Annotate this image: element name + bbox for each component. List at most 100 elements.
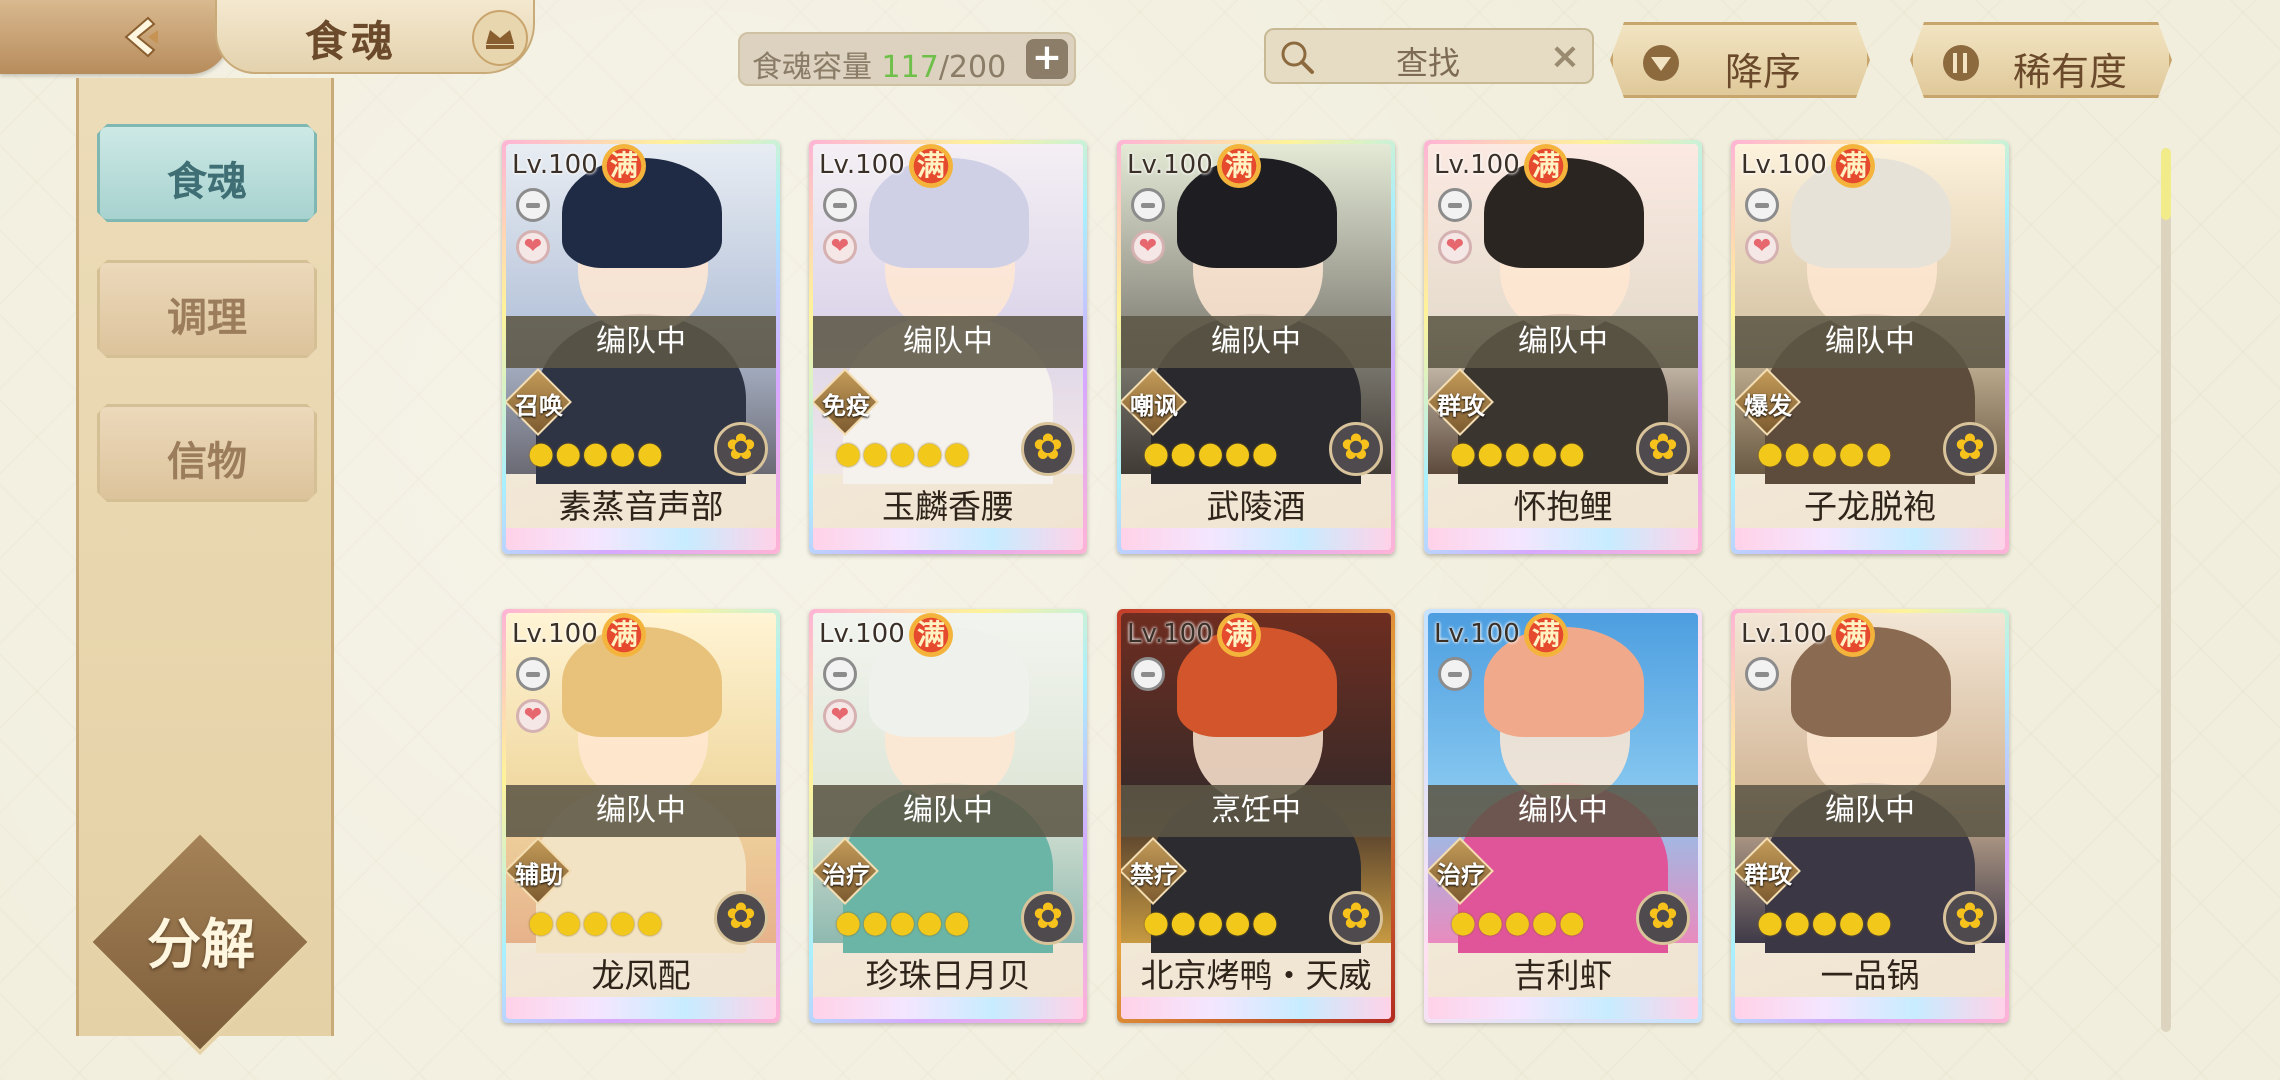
- food-soul-card[interactable]: Lv.100 满 烹饪中 禁疗 ●●●●● ✿ 北京烤鸭・天威: [1117, 609, 1395, 1023]
- sidebar-item-label: 食魂: [167, 158, 247, 205]
- star-rating: ●●●●●: [1757, 436, 1893, 471]
- lock-icon[interactable]: [1131, 657, 1165, 691]
- scrollbar-thumb[interactable]: [2161, 148, 2171, 220]
- food-soul-card[interactable]: Lv.100 满 编队中 群攻 ●●●●● ✿ 一品锅: [1731, 609, 2009, 1023]
- food-soul-card[interactable]: Lv.100 满 ❤ 编队中 嘲讽 ●●●●● ✿ 武陵酒: [1117, 140, 1395, 554]
- flower-icon: ✿: [1943, 422, 1997, 476]
- card-level: Lv.100: [1434, 619, 1520, 649]
- card-footer-decoration: [1428, 997, 1698, 1019]
- food-soul-card[interactable]: Lv.100 满 编队中 治疗 ●●●●● ✿ 吉利虾: [1424, 609, 1702, 1023]
- card-name: 素蒸音声部: [558, 487, 724, 526]
- card-status: 编队中: [1735, 316, 2005, 368]
- max-level-badge: 满: [602, 613, 646, 657]
- card-inner: Lv.100 满 ❤ 编队中 嘲讽 ●●●●● ✿ 武陵酒: [1121, 144, 1391, 550]
- flower-icon: ✿: [1636, 422, 1690, 476]
- capacity-text: 食魂容量 117/200: [752, 42, 1006, 86]
- card-status: 编队中: [1428, 316, 1698, 368]
- back-button[interactable]: [0, 0, 230, 74]
- max-level-badge: 满: [909, 144, 953, 188]
- card-level: Lv.100: [1127, 150, 1213, 180]
- skill-type-badge: 爆发: [1735, 368, 1801, 436]
- sidebar-item-label: 调理: [167, 294, 247, 341]
- lock-icon[interactable]: [1745, 188, 1779, 222]
- card-footer-decoration: [813, 997, 1083, 1019]
- capacity-separator: /: [938, 50, 949, 85]
- search-input[interactable]: 查找 ×: [1264, 28, 1594, 84]
- food-soul-card[interactable]: Lv.100 满 ❤ 编队中 治疗 ●●●●● ✿ 珍珠日月贝: [809, 609, 1087, 1023]
- card-inner: Lv.100 满 ❤ 编队中 群攻 ●●●●● ✿ 怀抱鲤: [1428, 144, 1698, 550]
- sidebar-item-food-soul[interactable]: 食魂: [97, 124, 317, 222]
- card-inner: Lv.100 满 烹饪中 禁疗 ●●●●● ✿ 北京烤鸭・天威: [1121, 613, 1391, 1019]
- favorite-heart-icon[interactable]: ❤: [823, 699, 857, 733]
- card-inner: Lv.100 满 ❤ 编队中 免疫 ●●●●● ✿ 玉麟香腰: [813, 144, 1083, 550]
- food-soul-card[interactable]: Lv.100 满 ❤ 编队中 辅助 ●●●●● ✿ 龙凤配: [502, 609, 780, 1023]
- favorite-heart-icon[interactable]: ❤: [516, 230, 550, 264]
- flower-icon: ✿: [714, 891, 768, 945]
- card-footer-decoration: [506, 528, 776, 550]
- card-level: Lv.100: [512, 619, 598, 649]
- card-footer-decoration: [1428, 528, 1698, 550]
- star-rating: ●●●●●: [835, 436, 971, 471]
- flower-icon: ✿: [1329, 891, 1383, 945]
- star-rating: ●●●●●: [528, 905, 664, 940]
- rarity-filter-button[interactable]: 稀有度: [1910, 22, 2172, 98]
- card-footer-decoration: [1735, 528, 2005, 550]
- skill-type-badge: 召唤: [506, 368, 572, 436]
- card-level: Lv.100: [1127, 619, 1213, 649]
- capacity-label: 食魂容量: [752, 50, 872, 85]
- sidebar-item-label: 信物: [167, 438, 247, 485]
- add-capacity-button[interactable]: +: [1026, 39, 1068, 79]
- food-soul-card[interactable]: Lv.100 满 ❤ 编队中 免疫 ●●●●● ✿ 玉麟香腰: [809, 140, 1087, 554]
- sort-order-button[interactable]: 降序: [1610, 22, 1870, 98]
- favorite-heart-icon[interactable]: ❤: [823, 230, 857, 264]
- flower-icon: ✿: [714, 422, 768, 476]
- lock-icon[interactable]: [823, 657, 857, 691]
- max-level-badge: 满: [1831, 144, 1875, 188]
- lock-icon[interactable]: [516, 657, 550, 691]
- lock-icon[interactable]: [823, 188, 857, 222]
- card-status: 编队中: [506, 785, 776, 837]
- scrollbar-track[interactable]: [2161, 148, 2171, 1032]
- card-footer-decoration: [813, 528, 1083, 550]
- max-level-badge: 满: [1524, 613, 1568, 657]
- star-rating: ●●●●●: [835, 905, 971, 940]
- sidebar-item-tune[interactable]: 调理: [97, 260, 317, 358]
- lock-icon[interactable]: [516, 188, 550, 222]
- food-soul-card[interactable]: Lv.100 满 ❤ 编队中 群攻 ●●●●● ✿ 怀抱鲤: [1424, 140, 1702, 554]
- max-level-badge: 满: [1217, 613, 1261, 657]
- max-level-badge: 满: [1217, 144, 1261, 188]
- page-title: 食魂: [305, 17, 398, 66]
- card-status: 编队中: [506, 316, 776, 368]
- card-name: 一品锅: [1820, 956, 1920, 995]
- lock-icon[interactable]: [1745, 657, 1779, 691]
- favorite-heart-icon[interactable]: ❤: [1438, 230, 1472, 264]
- search-placeholder: 查找: [1396, 44, 1461, 82]
- clear-search-icon[interactable]: ×: [1550, 36, 1580, 77]
- lock-icon[interactable]: [1438, 657, 1472, 691]
- card-level: Lv.100: [1434, 150, 1520, 180]
- favorite-heart-icon[interactable]: ❤: [516, 699, 550, 733]
- card-name: 龙凤配: [591, 956, 691, 995]
- card-inner: Lv.100 满 编队中 群攻 ●●●●● ✿ 一品锅: [1735, 613, 2005, 1019]
- lock-icon[interactable]: [1131, 188, 1165, 222]
- capacity-used: 117: [881, 50, 939, 85]
- card-status: 编队中: [813, 785, 1083, 837]
- skill-type-label: 治疗: [1437, 861, 1485, 889]
- flower-icon: ✿: [1329, 422, 1383, 476]
- search-icon: [1281, 41, 1314, 74]
- star-rating: ●●●●●: [1143, 905, 1279, 940]
- food-soul-card[interactable]: Lv.100 满 ❤ 编队中 爆发 ●●●●● ✿ 子龙脱袍: [1731, 140, 2009, 554]
- card-status: 编队中: [1735, 785, 2005, 837]
- crown-icon[interactable]: [472, 10, 528, 66]
- favorite-heart-icon[interactable]: ❤: [1745, 230, 1779, 264]
- rarity-label: 稀有度: [2013, 50, 2128, 94]
- skill-type-label: 辅助: [515, 861, 563, 889]
- favorite-heart-icon[interactable]: ❤: [1131, 230, 1165, 264]
- sidebar-item-keepsake[interactable]: 信物: [97, 404, 317, 502]
- capacity-total: 200: [948, 50, 1007, 85]
- star-rating: ●●●●●: [1450, 905, 1586, 940]
- lock-icon[interactable]: [1438, 188, 1472, 222]
- food-soul-card[interactable]: Lv.100 满 ❤ 编队中 召唤 ●●●●● ✿ 素蒸音声部: [502, 140, 780, 554]
- card-name: 吉利虾: [1513, 956, 1613, 995]
- card-level: Lv.100: [1741, 619, 1827, 649]
